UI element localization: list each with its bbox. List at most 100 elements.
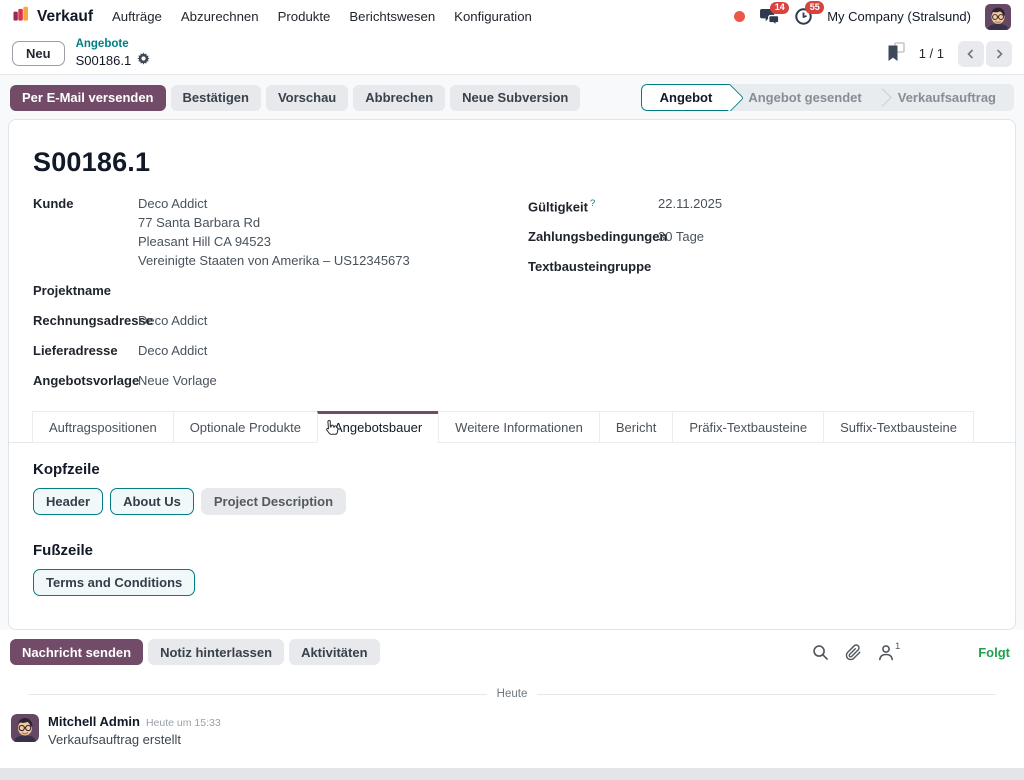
chatter: Nachricht senden Notiz hinterlassen Akti… bbox=[0, 630, 1024, 768]
search-messages-icon[interactable] bbox=[812, 644, 829, 661]
log-note-button[interactable]: Notiz hinterlassen bbox=[148, 639, 284, 665]
tab-auftragspositionen[interactable]: Auftragspositionen bbox=[32, 411, 174, 443]
customer-address-line: Pleasant Hill CA 94523 bbox=[138, 232, 496, 251]
top-nav-right: 14 55 My Company (Stralsund) bbox=[734, 4, 1011, 30]
invoice-address-link[interactable]: Deco Addict bbox=[138, 311, 496, 330]
field-label: Lieferadresse bbox=[33, 341, 138, 360]
activities-badge: 55 bbox=[805, 1, 824, 14]
author-avatar bbox=[11, 714, 39, 742]
app-name: Verkauf bbox=[37, 8, 93, 26]
messages-badge: 14 bbox=[770, 2, 789, 15]
block-header-button[interactable]: Header bbox=[33, 488, 103, 515]
pager-next-button[interactable] bbox=[986, 41, 1012, 67]
top-nav-bar: Verkauf Aufträge Abzurechnen Produkte Be… bbox=[0, 0, 1024, 33]
field-textbausteingruppe: Textbausteingruppe bbox=[528, 257, 991, 276]
bookmark-icon[interactable] bbox=[886, 42, 905, 65]
activities-clock-icon[interactable]: 55 bbox=[794, 7, 813, 26]
delivery-address-link[interactable]: Deco Addict bbox=[138, 341, 496, 360]
field-label: Zahlungsbedingungen bbox=[528, 227, 658, 246]
breadcrumb: Angebote S00186.1 bbox=[76, 37, 151, 70]
payment-terms-link[interactable]: 30 Tage bbox=[658, 227, 991, 246]
block-project-description-button[interactable]: Project Description bbox=[201, 488, 346, 515]
field-lieferadresse: Lieferadresse Deco Addict bbox=[33, 341, 496, 360]
field-label: Textbausteingruppe bbox=[528, 257, 658, 276]
field-label: Kunde bbox=[33, 194, 138, 270]
gear-icon[interactable] bbox=[137, 52, 150, 70]
tab-optionale-produkte[interactable]: Optionale Produkte bbox=[173, 411, 318, 443]
activities-button[interactable]: Aktivitäten bbox=[289, 639, 379, 665]
notebook: Auftragspositionen Optionale Produkte An… bbox=[9, 411, 1015, 596]
pager-previous-button[interactable] bbox=[958, 41, 984, 67]
customer-address-line: 77 Santa Barbara Rd bbox=[138, 213, 496, 232]
confirm-button[interactable]: Bestätigen bbox=[171, 85, 261, 111]
cancel-button[interactable]: Abbrechen bbox=[353, 85, 445, 111]
field-grid: Kunde Deco Addict 77 Santa Barbara Rd Pl… bbox=[33, 194, 991, 401]
nav-auftraege[interactable]: Aufträge bbox=[112, 9, 162, 24]
control-panel: Neu Angebote S00186.1 1 / 1 bbox=[0, 33, 1024, 75]
app-menu[interactable]: Verkauf bbox=[13, 6, 93, 28]
footer-section-title: Fußzeile bbox=[33, 542, 991, 559]
statusbar: Angebot Angebot gesendet Verkaufsauftrag bbox=[641, 84, 1014, 111]
customer-address-line: Vereinigte Staaten von Amerika – US12345… bbox=[138, 251, 496, 270]
pager-counter[interactable]: 1 / 1 bbox=[919, 46, 944, 61]
nav-konfiguration[interactable]: Konfiguration bbox=[454, 9, 532, 24]
field-rechnungsadresse: Rechnungsadresse Deco Addict bbox=[33, 311, 496, 330]
customer-link[interactable]: Deco Addict bbox=[138, 194, 496, 213]
date-divider: Heute bbox=[10, 688, 1014, 700]
message-author[interactable]: Mitchell Admin bbox=[48, 714, 140, 729]
snippet-group-input[interactable] bbox=[658, 257, 991, 276]
preview-button[interactable]: Vorschau bbox=[266, 85, 348, 111]
messages-icon[interactable]: 14 bbox=[759, 8, 780, 26]
control-panel-right: 1 / 1 bbox=[886, 41, 1012, 67]
field-kunde: Kunde Deco Addict 77 Santa Barbara Rd Pl… bbox=[33, 194, 496, 270]
send-message-button[interactable]: Nachricht senden bbox=[10, 639, 143, 665]
header-section-title: Kopfzeile bbox=[33, 461, 991, 478]
breadcrumb-current: S00186.1 bbox=[76, 53, 132, 70]
tab-bericht[interactable]: Bericht bbox=[599, 411, 673, 443]
message-timestamp: Heute um 15:33 bbox=[146, 717, 221, 729]
status-step-angebot[interactable]: Angebot bbox=[641, 84, 731, 111]
status-step-verkaufsauftrag[interactable]: Verkaufsauftrag bbox=[880, 84, 1014, 111]
new-subversion-button[interactable]: Neue Subversion bbox=[450, 85, 580, 111]
chatter-message: Mitchell Admin Heute um 15:33 Verkaufsau… bbox=[10, 714, 1014, 747]
date-divider-label: Heute bbox=[497, 688, 528, 700]
quotation-template-link[interactable]: Neue Vorlage bbox=[138, 371, 496, 390]
field-label: Gültigkeit bbox=[528, 199, 588, 214]
company-switcher[interactable]: My Company (Stralsund) bbox=[827, 9, 971, 24]
user-avatar[interactable] bbox=[985, 4, 1011, 30]
record-title: S00186.1 bbox=[33, 147, 991, 178]
tab-suffix-textbausteine[interactable]: Suffix-Textbausteine bbox=[823, 411, 974, 443]
tab-praefix-textbausteine[interactable]: Präfix-Textbausteine bbox=[672, 411, 824, 443]
main-area: Per E-Mail versenden Bestätigen Vorschau… bbox=[0, 75, 1024, 630]
field-label: Rechnungsadresse bbox=[33, 311, 138, 330]
message-body: Verkaufsauftrag erstellt bbox=[48, 732, 221, 747]
quotation-builder-content: Kopfzeile Header About Us Project Descri… bbox=[9, 443, 1015, 596]
block-terms-and-conditions-button[interactable]: Terms and Conditions bbox=[33, 569, 195, 596]
following-toggle[interactable]: Folgt bbox=[978, 645, 1010, 660]
sales-app-icon bbox=[13, 6, 30, 28]
nav-produkte[interactable]: Produkte bbox=[278, 9, 331, 24]
followers-icon[interactable]: 1 bbox=[878, 644, 900, 661]
notebook-tabs: Auftragspositionen Optionale Produkte An… bbox=[9, 411, 1015, 443]
bottom-scrollbar-track[interactable] bbox=[0, 768, 1024, 780]
block-about-us-button[interactable]: About Us bbox=[110, 488, 194, 515]
nav-abzurechnen[interactable]: Abzurechnen bbox=[181, 9, 259, 24]
send-by-email-button[interactable]: Per E-Mail versenden bbox=[10, 85, 166, 111]
field-label: Projektname bbox=[33, 281, 138, 300]
tab-angebotsbauer[interactable]: Angebotsbauer bbox=[317, 411, 439, 443]
tab-weitere-informationen[interactable]: Weitere Informationen bbox=[438, 411, 600, 443]
nav-berichtswesen[interactable]: Berichtswesen bbox=[349, 9, 435, 24]
field-gueltigkeit: Gültigkeit? 22.11.2025 bbox=[528, 194, 991, 216]
recording-indicator-icon[interactable] bbox=[734, 11, 745, 22]
validity-date-input[interactable]: 22.11.2025 bbox=[658, 194, 991, 216]
status-step-angebot-gesendet[interactable]: Angebot gesendet bbox=[730, 84, 879, 111]
breadcrumb-parent-link[interactable]: Angebote bbox=[76, 37, 151, 52]
form-header: Per E-Mail versenden Bestätigen Vorschau… bbox=[0, 75, 1024, 119]
attachments-paperclip-icon[interactable] bbox=[845, 644, 862, 661]
help-tooltip-icon: ? bbox=[590, 198, 595, 209]
field-projektname: Projektname bbox=[33, 281, 496, 300]
new-button[interactable]: Neu bbox=[12, 41, 65, 66]
field-angebotsvorlage: Angebotsvorlage Neue Vorlage bbox=[33, 371, 496, 390]
projektname-input[interactable] bbox=[138, 281, 496, 300]
form-sheet: S00186.1 Kunde Deco Addict 77 Santa Barb… bbox=[8, 119, 1016, 630]
